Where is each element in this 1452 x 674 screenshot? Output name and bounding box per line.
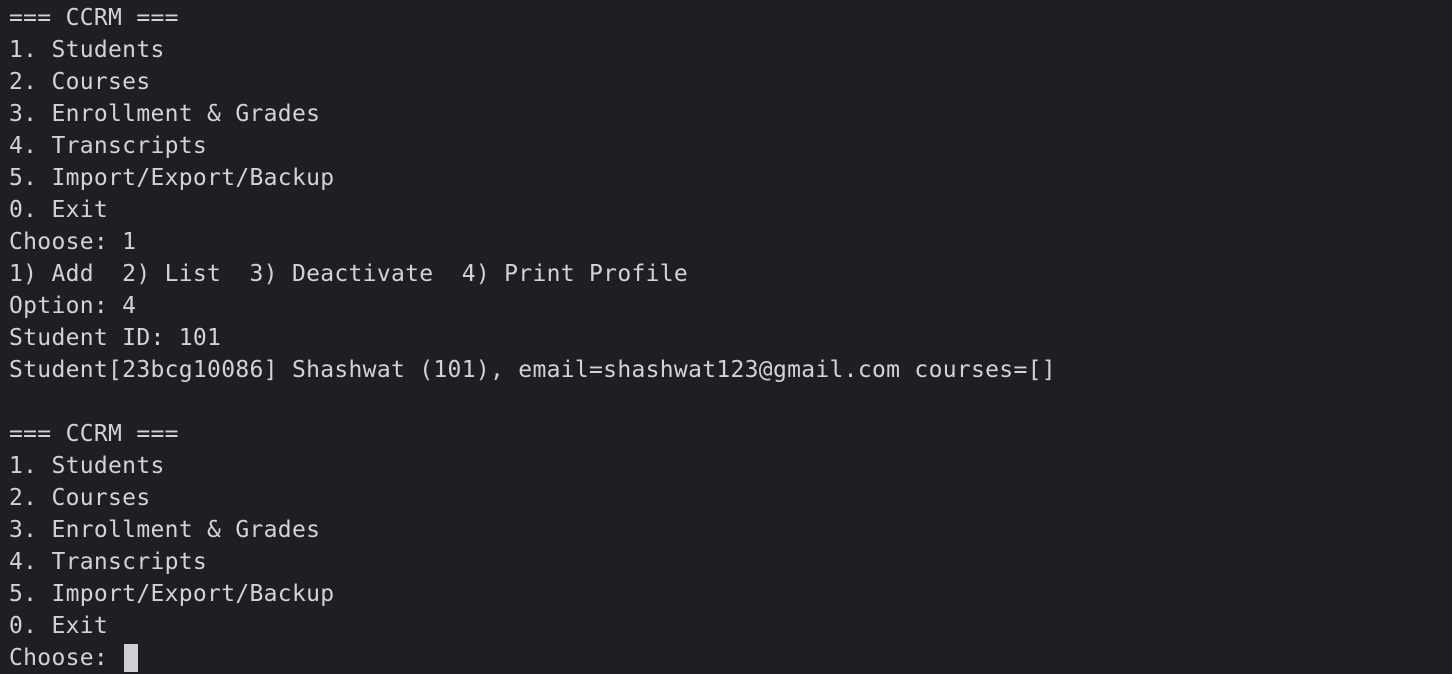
text-cursor[interactable]: [124, 644, 139, 672]
output-line: 4. Transcripts: [9, 133, 208, 159]
output-line: Option: 4: [9, 293, 137, 319]
output-line: Student[23bcg10086] Shashwat (101), emai…: [9, 357, 1056, 383]
output-line: 3. Enrollment & Grades: [9, 517, 321, 543]
output-line: === CCRM ===: [9, 5, 179, 31]
output-line: 2. Courses: [9, 69, 151, 95]
output-line: Student ID: 101: [9, 325, 222, 351]
output-line: 2. Courses: [9, 485, 151, 511]
output-line: Choose: 1: [9, 229, 137, 255]
output-line: 5. Import/Export/Backup: [9, 581, 335, 607]
output-line: 3. Enrollment & Grades: [9, 101, 321, 127]
output-line: 5. Import/Export/Backup: [9, 165, 335, 191]
output-line: 0. Exit: [9, 613, 109, 639]
output-line: 1. Students: [9, 37, 165, 63]
output-line: 4. Transcripts: [9, 549, 208, 575]
output-line: 0. Exit: [9, 197, 109, 223]
prompt-label: Choose:: [9, 645, 123, 671]
output-line: 1) Add 2) List 3) Deactivate 4) Print Pr…: [9, 261, 689, 287]
output-line: 1. Students: [9, 453, 165, 479]
output-line: === CCRM ===: [9, 421, 179, 447]
input-prompt-line[interactable]: Choose:: [9, 642, 1452, 674]
terminal-output[interactable]: === CCRM === 1. Students 2. Courses 3. E…: [0, 0, 1452, 672]
